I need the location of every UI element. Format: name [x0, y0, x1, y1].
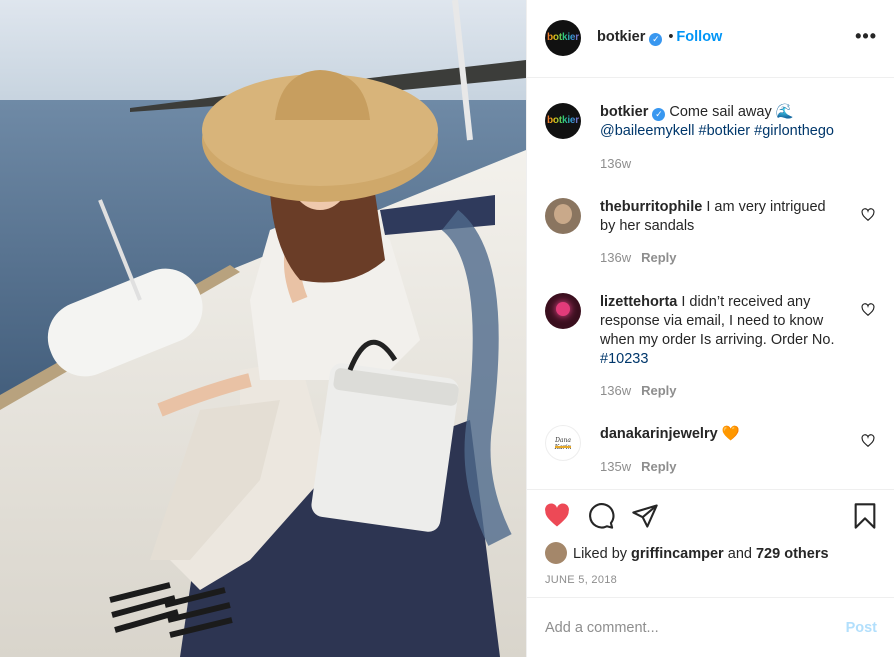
follow-button[interactable]: Follow	[676, 29, 722, 45]
likes-and: and	[727, 546, 752, 562]
heart-icon[interactable]	[861, 303, 875, 317]
post-photo[interactable]	[0, 0, 526, 657]
separator-dot: •	[668, 29, 674, 45]
add-comment-bar: Post	[527, 597, 894, 657]
more-icon[interactable]: •••	[855, 26, 877, 47]
comment-avatar[interactable]	[545, 293, 581, 329]
comment-item: Dana Karin danakarinjewelry 🧡 135w Reply	[545, 425, 875, 489]
comment-meta: 136w Reply	[600, 250, 676, 265]
comment-avatar[interactable]	[545, 198, 581, 234]
comment-time[interactable]: 136w	[600, 383, 631, 398]
caption-mention[interactable]: @baileemykell	[600, 123, 695, 139]
post-actions: Liked by griffincamper and 729 others JU…	[527, 489, 894, 597]
avatar-logo: botkier	[545, 115, 581, 126]
photo-illustration	[0, 0, 526, 657]
comments-list[interactable]: botkier botkier ✓ Come sail away 🌊 @baile…	[527, 79, 894, 489]
reply-button[interactable]: Reply	[641, 250, 676, 265]
heart-icon[interactable]	[861, 208, 875, 222]
caption-avatar[interactable]: botkier	[545, 103, 581, 139]
comment-input[interactable]	[545, 616, 825, 640]
header-username[interactable]: botkier	[597, 29, 645, 45]
likes-line: Liked by griffincamper and 729 others	[545, 542, 829, 564]
caption-body: botkier ✓ Come sail away 🌊 @baileemykell …	[600, 103, 875, 141]
comment-username[interactable]: theburritophile	[600, 199, 702, 215]
avatar-logo: Dana Karin	[555, 437, 572, 451]
likes-prefix: Liked by	[573, 546, 628, 562]
avatar-underline	[555, 446, 571, 448]
avatar[interactable]: botkier	[545, 20, 581, 56]
caption-username[interactable]: botkier	[600, 104, 648, 120]
order-link[interactable]: #10233	[600, 351, 648, 367]
verified-icon: ✓	[652, 108, 666, 121]
instagram-post-view: botkier botkier ✓ • Follow ••• botkier botk…	[0, 0, 894, 657]
comment-username[interactable]: lizettehorta	[600, 294, 677, 310]
bookmark-icon[interactable]	[851, 502, 879, 530]
caption-time[interactable]: 136w	[600, 156, 631, 171]
caption-hashtag[interactable]: #girlonthego	[754, 123, 834, 139]
reply-button[interactable]: Reply	[641, 383, 676, 398]
comment-time[interactable]: 136w	[600, 250, 631, 265]
comment-icon[interactable]	[587, 502, 615, 530]
caption-text: Come sail away 🌊	[669, 104, 794, 120]
post-button[interactable]: Post	[846, 620, 877, 636]
post-header: botkier botkier ✓ • Follow •••	[527, 0, 894, 78]
header-user-line: botkier ✓ • Follow	[597, 28, 722, 46]
caption-hashtag[interactable]: #botkier	[699, 123, 751, 139]
comment-avatar[interactable]: Dana Karin	[545, 425, 581, 461]
heart-icon[interactable]	[543, 502, 571, 530]
verified-icon: ✓	[649, 33, 663, 46]
comment-time[interactable]: 135w	[600, 459, 631, 474]
comment-meta: 135w Reply	[600, 459, 676, 474]
comment-body: danakarinjewelry 🧡	[600, 425, 840, 444]
comment-item: theburritophile I am very intrigued by h…	[545, 198, 875, 278]
post-details-panel: botkier botkier ✓ • Follow ••• botkier botk…	[526, 0, 894, 657]
heart-icon[interactable]	[861, 434, 875, 448]
avatar-face	[554, 204, 572, 224]
caption-meta: 136w	[600, 156, 631, 171]
comment-username[interactable]: danakarinjewelry	[600, 426, 718, 442]
comment-body: theburritophile I am very intrigued by h…	[600, 198, 840, 236]
caption: botkier botkier ✓ Come sail away 🌊 @baile…	[545, 103, 875, 183]
comment-item: lizettehorta I didn’t received any respo…	[545, 293, 875, 403]
reply-button[interactable]: Reply	[641, 459, 676, 474]
post-date[interactable]: JUNE 5, 2018	[545, 574, 617, 586]
liker-avatar[interactable]	[545, 542, 567, 564]
comment-body: lizettehorta I didn’t received any respo…	[600, 293, 840, 369]
comment-text: 🧡	[721, 426, 740, 442]
liker-username[interactable]: griffincamper	[631, 546, 724, 562]
avatar-glow	[556, 302, 570, 316]
comment-meta: 136w Reply	[600, 383, 676, 398]
likes-count[interactable]: 729 others	[756, 546, 829, 562]
avatar-logo: botkier	[545, 32, 581, 43]
share-icon[interactable]	[631, 502, 659, 530]
